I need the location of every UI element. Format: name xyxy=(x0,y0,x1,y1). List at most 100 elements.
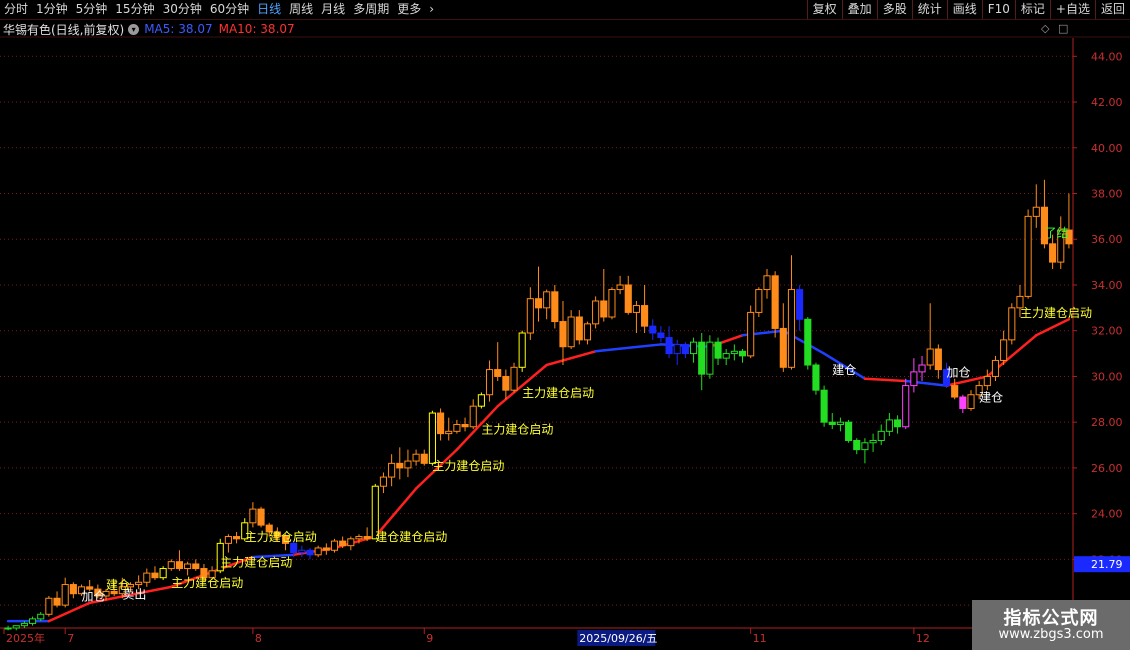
candle-body[interactable] xyxy=(967,394,975,409)
candle-body[interactable] xyxy=(502,375,510,391)
candle-body[interactable] xyxy=(730,350,738,355)
candle-body[interactable] xyxy=(428,412,436,464)
candle-body[interactable] xyxy=(853,439,861,451)
candle-body[interactable] xyxy=(1049,243,1057,263)
candle-body[interactable] xyxy=(820,389,828,423)
candle-body[interactable] xyxy=(363,536,371,540)
candle-body[interactable] xyxy=(526,298,534,334)
candle-body[interactable] xyxy=(991,359,1000,377)
candle-body[interactable] xyxy=(706,341,714,375)
candle-body[interactable] xyxy=(184,563,192,570)
candle-body[interactable] xyxy=(698,341,706,375)
candle-body[interactable] xyxy=(192,563,200,570)
candle-body[interactable] xyxy=(771,275,779,329)
candle-body[interactable] xyxy=(453,423,461,432)
candle-body[interactable] xyxy=(624,284,632,313)
candle-body[interactable] xyxy=(567,316,575,348)
candle-body[interactable] xyxy=(951,385,959,398)
candle-body[interactable] xyxy=(37,613,45,620)
candle-body[interactable] xyxy=(559,321,567,348)
candle-body[interactable] xyxy=(510,366,518,391)
candle-body[interactable] xyxy=(551,291,559,323)
candle-body[interactable] xyxy=(477,394,485,407)
candle-body[interactable] xyxy=(396,462,404,469)
candle-body[interactable] xyxy=(314,547,322,556)
candle-body[interactable] xyxy=(29,618,37,624)
candle-body[interactable] xyxy=(388,462,396,478)
candle-body[interactable] xyxy=(804,318,812,366)
candle-body[interactable] xyxy=(673,343,681,355)
candle-body[interactable] xyxy=(53,597,61,606)
candle-body[interactable] xyxy=(600,300,608,318)
candle-body[interactable] xyxy=(61,584,69,606)
candle-body[interactable] xyxy=(224,536,232,544)
candle-body[interactable] xyxy=(828,421,836,425)
candle-body[interactable] xyxy=(404,460,412,469)
candle-body[interactable] xyxy=(135,581,143,586)
candle-body[interactable] xyxy=(714,341,722,359)
candle-body[interactable] xyxy=(45,597,53,615)
candle-body[interactable] xyxy=(298,549,306,554)
candle-body[interactable] xyxy=(1024,215,1032,297)
candle-body[interactable] xyxy=(959,396,967,409)
candle-body[interactable] xyxy=(233,536,241,540)
candle-body[interactable] xyxy=(306,549,314,556)
candle-body[interactable] xyxy=(812,364,820,391)
candle-body[interactable] xyxy=(845,421,853,441)
candle-body[interactable] xyxy=(665,337,673,355)
candle-body[interactable] xyxy=(681,343,689,355)
candle-body[interactable] xyxy=(934,348,942,371)
candle-body[interactable] xyxy=(355,536,363,540)
candle-body[interactable] xyxy=(175,561,184,570)
candle-body[interactable] xyxy=(461,423,469,428)
candle-body[interactable] xyxy=(347,538,355,547)
candle-body[interactable] xyxy=(657,332,665,339)
candle-body[interactable] xyxy=(787,289,796,368)
candle-body[interactable] xyxy=(649,325,657,334)
candle-body[interactable] xyxy=(445,430,453,435)
candle-body[interactable] xyxy=(983,375,991,387)
candle-body[interactable] xyxy=(518,332,526,368)
kline-chart[interactable]: 20.0022.0024.0026.0028.0030.0032.0034.00… xyxy=(0,0,1130,650)
candle-body[interactable] xyxy=(796,289,804,320)
candle-body[interactable] xyxy=(641,305,649,327)
candle-body[interactable] xyxy=(902,385,910,428)
candle-body[interactable] xyxy=(885,419,893,432)
candle-body[interactable] xyxy=(893,419,902,428)
candle-body[interactable] xyxy=(469,405,477,428)
candle-body[interactable] xyxy=(437,412,445,435)
candle-body[interactable] xyxy=(1008,307,1016,341)
candle-body[interactable] xyxy=(869,439,877,444)
candle-body[interactable] xyxy=(249,508,257,524)
candle-body[interactable] xyxy=(608,289,616,318)
candle-body[interactable] xyxy=(257,508,265,526)
candle-body[interactable] xyxy=(534,298,543,309)
candle-body[interactable] xyxy=(632,305,640,313)
candle-body[interactable] xyxy=(159,568,167,579)
candle-body[interactable] xyxy=(4,627,12,630)
candle-body[interactable] xyxy=(12,625,20,629)
candle-body[interactable] xyxy=(575,316,583,341)
candle-body[interactable] xyxy=(616,284,624,291)
candle-body[interactable] xyxy=(747,311,755,357)
candle-body[interactable] xyxy=(722,353,730,359)
candle-body[interactable] xyxy=(910,371,918,387)
candle-body[interactable] xyxy=(151,572,159,579)
candle-body[interactable] xyxy=(339,540,347,547)
candle-body[interactable] xyxy=(763,275,771,291)
candle-body[interactable] xyxy=(1032,206,1040,217)
candle-body[interactable] xyxy=(20,622,28,627)
candle-body[interactable] xyxy=(1000,339,1008,361)
candle-body[interactable] xyxy=(167,561,175,570)
candle-body[interactable] xyxy=(494,369,502,377)
candle-body[interactable] xyxy=(583,323,592,341)
candle-body[interactable] xyxy=(290,542,298,554)
candle-body[interactable] xyxy=(543,291,551,309)
candle-body[interactable] xyxy=(918,364,926,373)
candle-body[interactable] xyxy=(412,453,420,462)
candle-body[interactable] xyxy=(755,289,763,313)
candle-body[interactable] xyxy=(379,476,388,487)
candle-body[interactable] xyxy=(689,341,698,355)
candle-body[interactable] xyxy=(738,350,747,357)
candle-body[interactable] xyxy=(592,300,600,325)
